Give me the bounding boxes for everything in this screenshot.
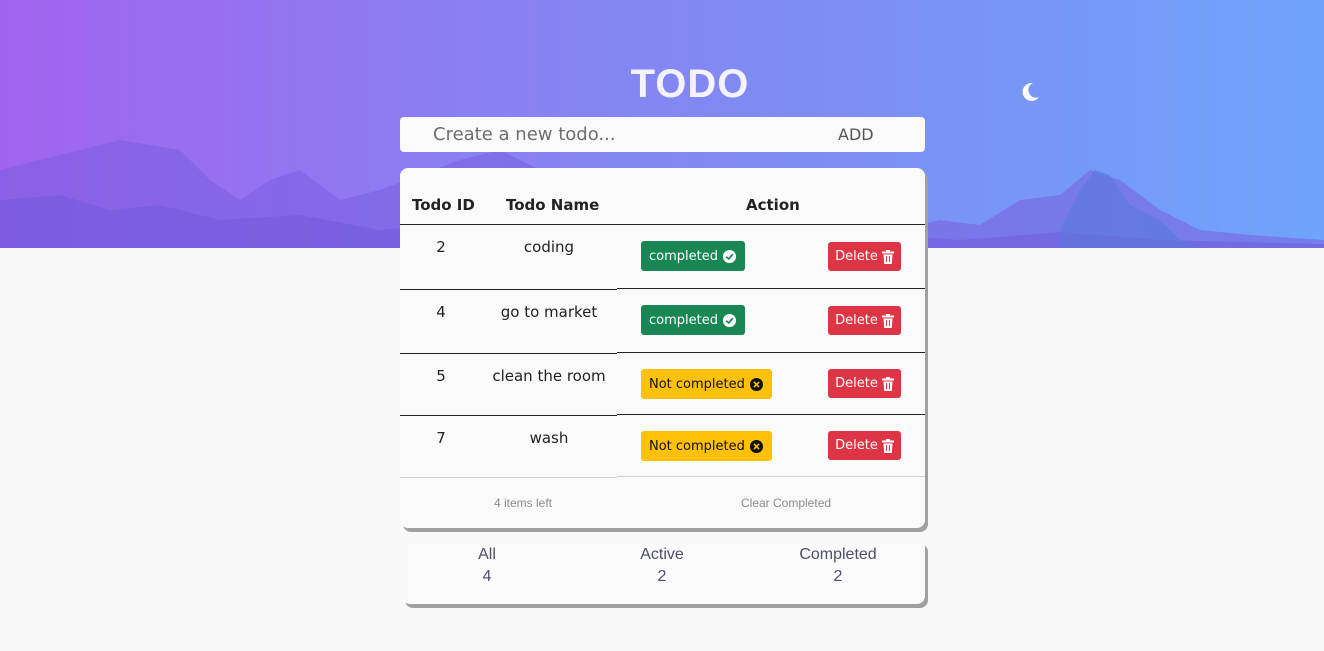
todo-id: 2 [436,238,446,256]
filter-label: All [478,546,496,563]
row-divider [617,414,925,415]
delete-button[interactable]: Delete [828,306,901,335]
add-button[interactable]: ADD [838,125,874,144]
moon-icon[interactable] [1018,80,1042,104]
new-todo-input[interactable] [433,119,803,150]
trash-icon [881,249,894,264]
filter-completed[interactable]: Completed 2 [796,544,880,588]
todo-table: Todo ID Todo Name Action 2 coding comple… [400,168,925,528]
trash-icon [881,438,894,453]
status-label: Not completed [649,438,745,454]
delete-button[interactable]: Delete [828,369,901,398]
header-divider [400,224,925,225]
page-title: TODO [630,62,750,106]
todo-id: 5 [436,367,446,385]
delete-button[interactable]: Delete [828,431,901,460]
filter-count: 2 [833,568,843,585]
filter-bar: All 4 Active 2 Completed 2 [402,540,925,604]
status-button-not-completed[interactable]: Not completed [641,369,772,399]
trash-icon [881,376,894,391]
footer-divider [617,476,925,477]
clear-completed-button[interactable]: Clear Completed [741,496,831,510]
delete-label: Delete [835,438,878,453]
status-label: completed [649,248,718,264]
status-label: completed [649,312,718,328]
todo-id: 7 [436,429,446,447]
check-circle-icon [722,249,737,263]
todo-id: 4 [436,303,446,321]
todo-name: wash [529,429,569,447]
delete-label: Delete [835,249,878,264]
items-left-count: 4 items left [494,496,553,510]
filter-label: Completed [799,546,877,563]
filter-count: 2 [657,568,667,585]
delete-label: Delete [835,376,878,391]
new-todo-bar: ADD [400,117,925,152]
trash-icon [881,313,894,328]
todo-name: go to market [500,303,598,321]
todo-name: clean the room [492,367,606,385]
status-label: Not completed [649,376,745,392]
x-circle-icon [749,377,763,391]
delete-button[interactable]: Delete [828,242,901,271]
column-header-action: Action [746,196,800,214]
row-divider [400,289,617,290]
column-header-id: Todo ID [412,196,475,214]
row-divider [400,415,617,416]
filter-count: 4 [482,568,492,585]
check-circle-icon [722,313,737,327]
filter-all[interactable]: All 4 [462,544,512,588]
x-circle-icon [749,439,763,453]
row-divider [617,352,925,353]
todo-name: coding [523,238,575,256]
status-button-not-completed[interactable]: Not completed [641,431,772,461]
status-button-completed[interactable]: completed [641,305,745,335]
filter-label: Active [640,546,684,563]
status-button-completed[interactable]: completed [641,241,745,271]
filter-active[interactable]: Active 2 [630,544,694,588]
row-divider [617,288,925,289]
row-divider [400,353,617,354]
column-header-name: Todo Name [506,196,600,214]
delete-label: Delete [835,313,878,328]
footer-divider [400,477,617,478]
